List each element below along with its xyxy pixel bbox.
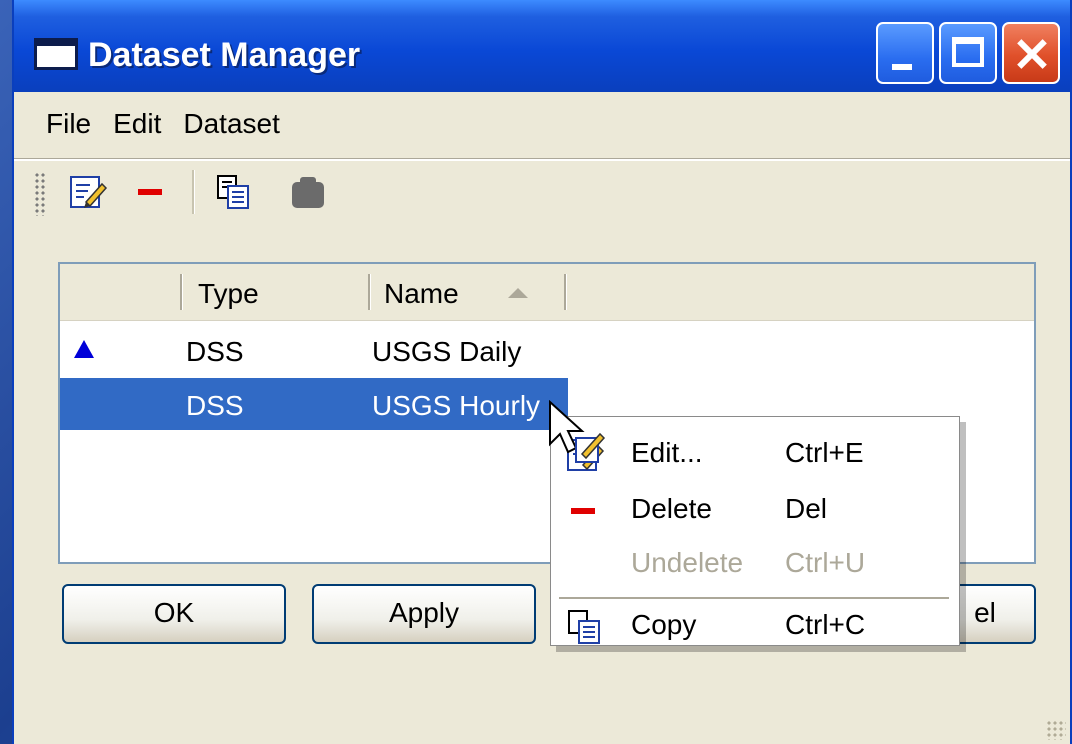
maximize-button[interactable] — [939, 22, 997, 84]
row-name: USGS Hourly — [372, 390, 541, 421]
context-menu-label: Delete — [631, 493, 712, 524]
paste-icon[interactable] — [288, 172, 328, 212]
menu-divider — [14, 158, 1070, 161]
maximize-icon — [952, 37, 984, 67]
column-header-name[interactable]: Name — [384, 278, 459, 310]
minimize-icon — [892, 64, 912, 70]
apply-button[interactable]: Apply — [312, 584, 536, 644]
ok-button[interactable]: OK — [62, 584, 286, 644]
title-bar[interactable]: Dataset Manager — [14, 0, 1070, 92]
context-menu-label: Undelete — [631, 547, 744, 578]
column-divider[interactable] — [368, 274, 371, 310]
context-menu-shortcut: Ctrl+U — [785, 547, 866, 578]
edit-icon[interactable] — [68, 172, 108, 212]
row-name: USGS Daily — [372, 336, 522, 367]
row-type: DSS — [186, 390, 244, 421]
copy-icon[interactable] — [214, 172, 254, 212]
column-header-type[interactable]: Type — [198, 278, 259, 310]
resize-grip[interactable] — [1046, 720, 1066, 740]
context-menu-edit[interactable]: Edit... Ctrl+E — [551, 427, 959, 479]
context-menu-copy[interactable]: Copy Ctrl+C — [551, 607, 959, 644]
list-header: Type Name — [60, 264, 1034, 321]
menu-dataset[interactable]: Dataset — [179, 106, 284, 146]
close-icon — [1004, 24, 1058, 82]
sort-ascending-icon — [508, 288, 528, 298]
row-type: DSS — [186, 336, 244, 367]
column-divider[interactable] — [564, 274, 567, 310]
context-menu: Edit... Ctrl+E Delete Del Undelete Ctrl+… — [550, 416, 960, 646]
context-menu-separator — [559, 597, 949, 599]
context-menu-shortcut: Ctrl+E — [785, 437, 864, 468]
delete-icon[interactable] — [132, 172, 172, 212]
menu-edit[interactable]: Edit — [109, 106, 165, 146]
table-row[interactable]: DSS USGS Daily — [60, 324, 1034, 376]
mouse-cursor-icon — [549, 400, 606, 463]
context-menu-shortcut: Del — [785, 493, 828, 524]
window-icon[interactable] — [34, 38, 78, 70]
minimize-button[interactable] — [876, 22, 934, 84]
menu-bar: File Edit Dataset — [42, 106, 284, 146]
toolbar-grip[interactable] — [34, 172, 46, 216]
close-button[interactable] — [1002, 22, 1060, 84]
copy-icon — [568, 610, 600, 644]
menu-file[interactable]: File — [42, 106, 95, 146]
dataset-manager-window: Dataset Manager File Edit Dataset Type N… — [12, 0, 1072, 744]
context-menu-delete[interactable]: Delete Del — [551, 483, 959, 535]
toolbar-separator — [192, 170, 195, 214]
column-divider[interactable] — [180, 274, 183, 310]
triangle-marker-icon — [74, 340, 94, 358]
delete-icon — [571, 508, 595, 514]
context-menu-label: Copy — [631, 609, 697, 640]
window-title: Dataset Manager — [88, 36, 361, 74]
context-menu-shortcut: Ctrl+C — [785, 609, 866, 640]
context-menu-undelete: Undelete Ctrl+U — [551, 537, 959, 589]
context-menu-label: Edit... — [631, 437, 703, 468]
